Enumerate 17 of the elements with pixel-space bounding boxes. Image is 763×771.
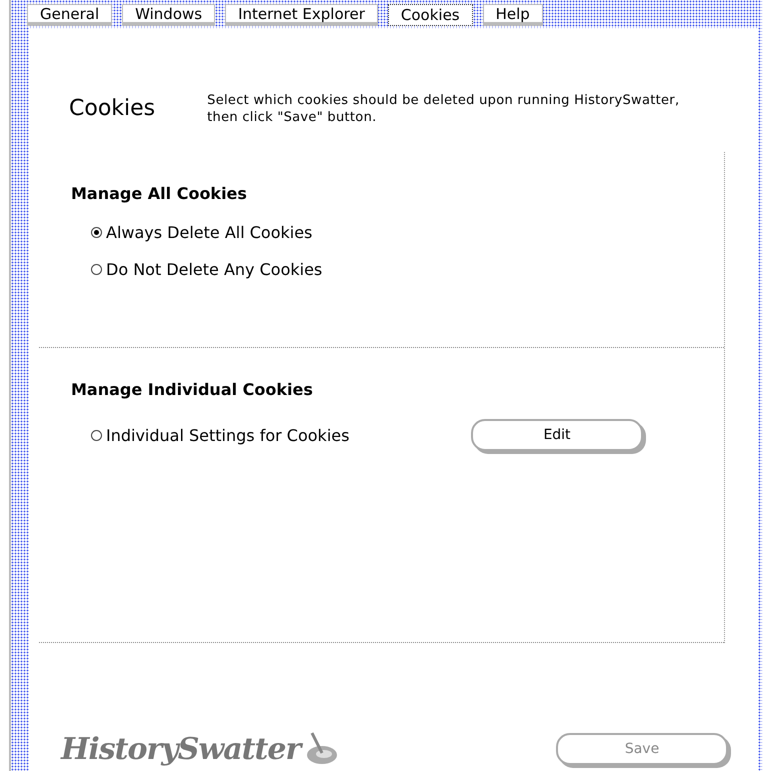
radio-icon[interactable] xyxy=(91,430,102,440)
radio-option[interactable]: Do Not Delete Any Cookies xyxy=(91,260,471,279)
tab[interactable]: General xyxy=(27,4,112,26)
radio-icon[interactable] xyxy=(91,264,102,275)
radio-option[interactable]: Individual Settings for Cookies xyxy=(91,426,471,444)
tab[interactable]: Cookies xyxy=(388,4,473,26)
radio-option[interactable]: Always Delete All Cookies xyxy=(91,223,471,242)
logo-text: HistorySwatter xyxy=(61,735,300,765)
radio-icon[interactable] xyxy=(91,227,102,238)
tab[interactable]: Windows xyxy=(122,4,216,26)
edit-button[interactable]: Edit xyxy=(471,419,643,451)
tab[interactable]: Help xyxy=(482,4,543,26)
tab[interactable]: Internet Explorer xyxy=(225,4,378,26)
page-title: Cookies xyxy=(69,96,156,121)
section-heading: Manage All Cookies xyxy=(71,184,248,203)
section-heading: Manage Individual Cookies xyxy=(71,380,314,399)
description-text: Select which cookies should be deleted upon running HistorySwatter, then click "Save" button. xyxy=(207,92,680,126)
